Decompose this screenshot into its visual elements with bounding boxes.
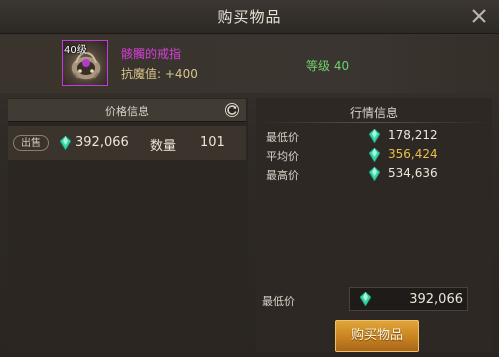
title-bar: 购买物品 [0, 0, 499, 34]
item-level-tag: 40级 [64, 45, 87, 56]
close-icon[interactable] [469, 6, 489, 26]
market-min-label: 最低价 [266, 131, 299, 144]
price-info-title: 价格信息 [105, 105, 149, 118]
quantity-value: 101 [200, 135, 225, 150]
gem-icon [369, 167, 380, 181]
gem-icon [369, 129, 380, 143]
market-avg-value: 356,424 [388, 147, 438, 161]
sell-badge: 出售 [13, 135, 49, 151]
buy-item-window: 购买物品 40级 骸髑的戒指 抗魔值: +400 等级 40 价格信息 出售 3… [0, 0, 499, 357]
market-info-title: 行情信息 [349, 106, 398, 120]
quantity-label: 数量 [150, 139, 177, 154]
item-icon-frame[interactable]: 40级 [62, 40, 108, 86]
listing-price: 392,066 [75, 135, 129, 150]
market-max-value: 534,636 [388, 166, 438, 180]
listing-row[interactable]: 出售 392,066 数量 101 [8, 126, 246, 160]
gem-icon [369, 148, 380, 162]
item-name: 骸髑的戒指 [121, 47, 182, 61]
window-title: 购买物品 [217, 8, 282, 26]
item-stat-label: 抗魔值: [121, 67, 162, 81]
price-info-header: 价格信息 [8, 99, 246, 122]
min-price-label: 最低价 [262, 295, 295, 308]
market-avg-label: 平均价 [266, 150, 299, 163]
min-price-field[interactable]: 392,066 [349, 287, 468, 311]
refresh-icon[interactable] [224, 102, 240, 118]
buy-item-button[interactable]: 购买物品 [335, 320, 419, 352]
market-min-value: 178,212 [388, 128, 438, 142]
item-stat: 抗魔值: +400 [121, 65, 198, 82]
divider [256, 122, 492, 123]
gem-icon [60, 136, 71, 150]
gem-icon [360, 292, 371, 306]
item-level-requirement: 等级 40 [306, 59, 350, 73]
item-stat-value: +400 [164, 67, 198, 81]
market-max-label: 最高价 [266, 169, 299, 182]
min-price-value: 392,066 [409, 292, 463, 307]
